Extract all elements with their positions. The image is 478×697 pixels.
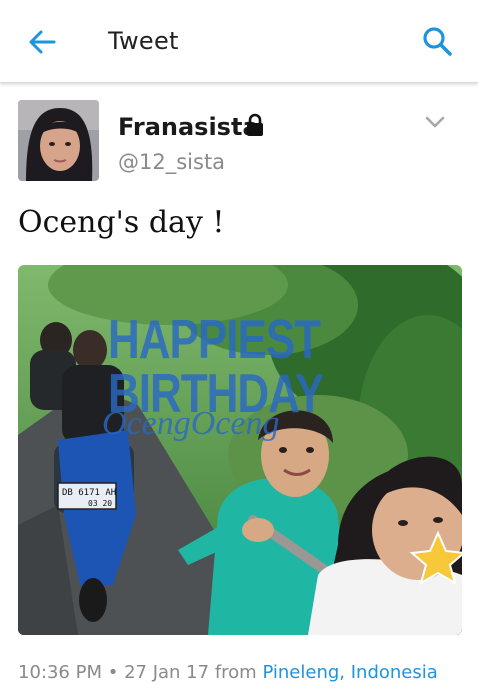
display-name[interactable]: Franasista <box>118 113 259 141</box>
avatar[interactable] <box>18 100 99 181</box>
tweet-text: Oceng's day ! <box>18 205 225 240</box>
top-bar: Tweet <box>0 0 478 83</box>
search-icon[interactable] <box>420 24 454 58</box>
tweet-meta: 10:36 PM • 27 Jan 17 from Pineleng, Indo… <box>18 662 438 683</box>
from-label: from <box>214 662 257 683</box>
tweet-time: 10:36 PM <box>18 662 102 683</box>
user-handle[interactable]: @12_sista <box>118 150 225 174</box>
chevron-down-icon[interactable] <box>424 114 446 130</box>
license-plate-number: 03 20 <box>88 499 112 508</box>
meta-separator: • <box>107 662 119 683</box>
lock-icon <box>247 113 263 136</box>
page-title: Tweet <box>108 27 179 55</box>
license-plate-text: DB 6171 AH <box>62 488 116 498</box>
location-link[interactable]: Pineleng, Indonesia <box>262 662 437 683</box>
photo-overlay-line3: OcengOceng <box>102 405 280 442</box>
tweet-media-photo[interactable]: DB 6171 AH 03 20 HAPPIEST BIRTHDAY Oceng… <box>18 265 462 635</box>
arrow-left-icon[interactable] <box>26 26 58 58</box>
tweet-date: 27 Jan 17 <box>124 662 210 683</box>
